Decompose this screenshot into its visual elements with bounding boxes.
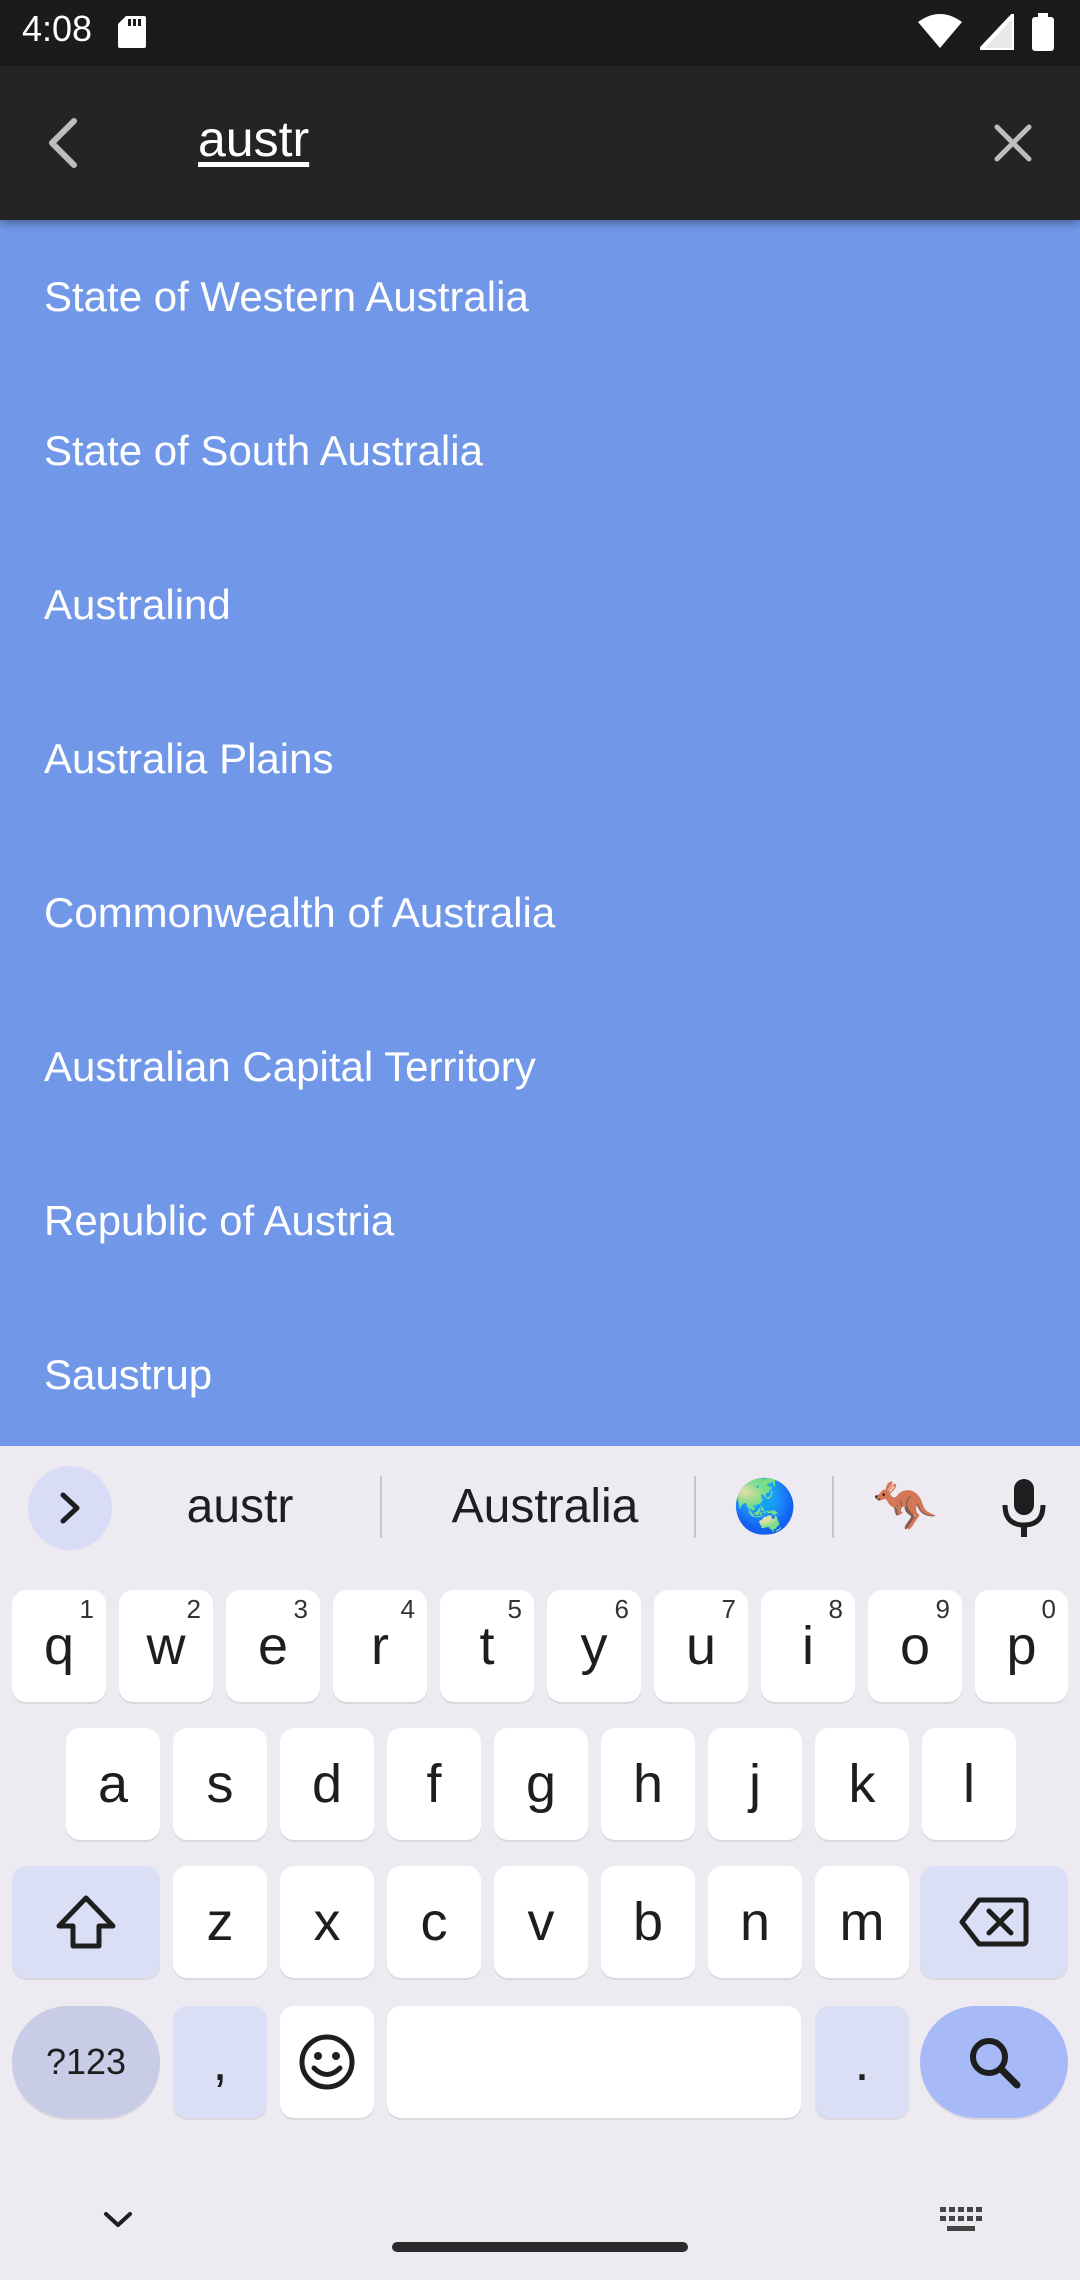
key-a[interactable]: a [66,1728,160,1840]
key-f[interactable]: f [387,1728,481,1840]
battery-icon [1032,13,1054,51]
suggestion-strip: austr Australia 🌏 🦘 [0,1446,1080,1564]
key-r-number: 4 [400,1594,415,1624]
key-i-label: i [802,1616,814,1676]
key-o-label: o [899,1616,931,1676]
search-input[interactable]: austr [198,110,309,168]
status-icons [918,12,1054,52]
back-arrow-icon [49,118,77,168]
key-e-number: 3 [293,1594,308,1624]
chevron-right-icon [60,1492,80,1524]
chevron-down-icon [104,2212,132,2227]
wifi-icon [918,14,962,48]
shift-key[interactable] [12,1866,160,1978]
key-z[interactable]: z [173,1866,267,1978]
backspace-icon [959,1897,1029,1947]
suggestion-emoji-kangaroo[interactable]: 🦘 [850,1464,960,1548]
search-icon [970,2038,1021,2089]
back-button[interactable] [30,108,96,178]
key-t-label: t [479,1616,495,1676]
key-u-label: u [685,1616,717,1676]
status-time: 4:08 [22,8,93,49]
suggestion-divider [694,1476,696,1538]
key-w-number: 2 [186,1594,201,1624]
suggestion-emoji-globe[interactable]: 🌏 [710,1464,820,1548]
space-key[interactable] [387,2006,801,2118]
key-s[interactable]: s [173,1728,267,1840]
status-bar: 4:08 [0,0,1080,66]
home-gesture-bar[interactable] [392,2242,688,2252]
key-c[interactable]: c [387,1866,481,1978]
suggestion-divider [832,1476,834,1538]
emoji-key[interactable] [280,2006,374,2118]
result-item[interactable]: Australind [0,528,1080,682]
result-item[interactable]: Australia Plains [0,682,1080,836]
key-y[interactable]: y6 [547,1590,641,1702]
key-d[interactable]: d [280,1728,374,1840]
key-x[interactable]: x [280,1866,374,1978]
suggestion-2[interactable]: Australia [400,1464,690,1548]
sd-card-icon [118,16,146,48]
result-item[interactable]: Republic of Austria [0,1144,1080,1298]
search-results-list: State of Western Australia State of Sout… [0,220,1080,1446]
key-k[interactable]: k [815,1728,909,1840]
key-y-number: 6 [614,1594,629,1624]
key-q-number: 1 [79,1594,94,1624]
key-r[interactable]: r4 [333,1590,427,1702]
signal-icon [980,14,1014,50]
key-i-number: 8 [828,1594,843,1624]
suggestion-1[interactable]: austr [140,1464,340,1548]
symbols-key[interactable]: ?123 [12,2006,160,2118]
result-item[interactable]: Australian Capital Territory [0,990,1080,1144]
key-o-number: 9 [935,1594,950,1624]
shift-icon [56,1895,116,1949]
backspace-key[interactable] [920,1866,1068,1978]
key-w[interactable]: w2 [119,1590,213,1702]
key-i[interactable]: i8 [761,1590,855,1702]
voice-input-button[interactable] [990,1470,1058,1546]
key-u[interactable]: u7 [654,1590,748,1702]
key-g[interactable]: g [494,1728,588,1840]
clear-search-button[interactable] [980,110,1046,176]
microphone-icon [1002,1479,1046,1537]
result-item[interactable]: State of South Australia [0,374,1080,528]
key-t[interactable]: t5 [440,1590,534,1702]
key-j[interactable]: j [708,1728,802,1840]
key-h[interactable]: h [601,1728,695,1840]
soft-keyboard: austr Australia 🌏 🦘 q1 w2 e3 r4 t5 y6 u7… [0,1446,1080,2280]
key-w-label: w [146,1616,186,1676]
comma-key[interactable]: , [173,2006,267,2118]
hide-keyboard-button[interactable] [92,2194,144,2246]
key-q[interactable]: q1 [12,1590,106,1702]
key-y-label: y [580,1616,608,1676]
key-t-number: 5 [507,1594,522,1624]
key-o[interactable]: o9 [868,1590,962,1702]
keyboard-switch-button[interactable] [936,2194,988,2246]
key-v[interactable]: v [494,1866,588,1978]
suggestion-divider [380,1476,382,1538]
key-e[interactable]: e3 [226,1590,320,1702]
key-p-label: p [1006,1616,1037,1676]
keyboard-nav-row [0,2164,1080,2280]
expand-toolbar-button[interactable] [28,1466,112,1550]
emoji-icon [299,2034,355,2090]
key-e-label: e [257,1616,289,1676]
period-key[interactable]: . [815,2006,909,2118]
key-u-number: 7 [721,1594,736,1624]
key-n[interactable]: n [708,1866,802,1978]
search-key[interactable] [920,2006,1068,2118]
key-l[interactable]: l [922,1728,1016,1840]
key-b[interactable]: b [601,1866,695,1978]
result-item[interactable]: Saustrup [0,1298,1080,1446]
result-item[interactable]: Commonwealth of Australia [0,836,1080,990]
key-p[interactable]: p0 [975,1590,1068,1702]
key-m[interactable]: m [815,1866,909,1978]
key-p-number: 0 [1041,1594,1056,1624]
key-r-label: r [371,1616,389,1676]
key-q-label: q [43,1616,75,1676]
search-app-bar: austr [0,66,1080,220]
close-icon [994,124,1032,162]
keyboard-icon [940,2207,982,2231]
result-item[interactable]: State of Western Australia [0,220,1080,374]
